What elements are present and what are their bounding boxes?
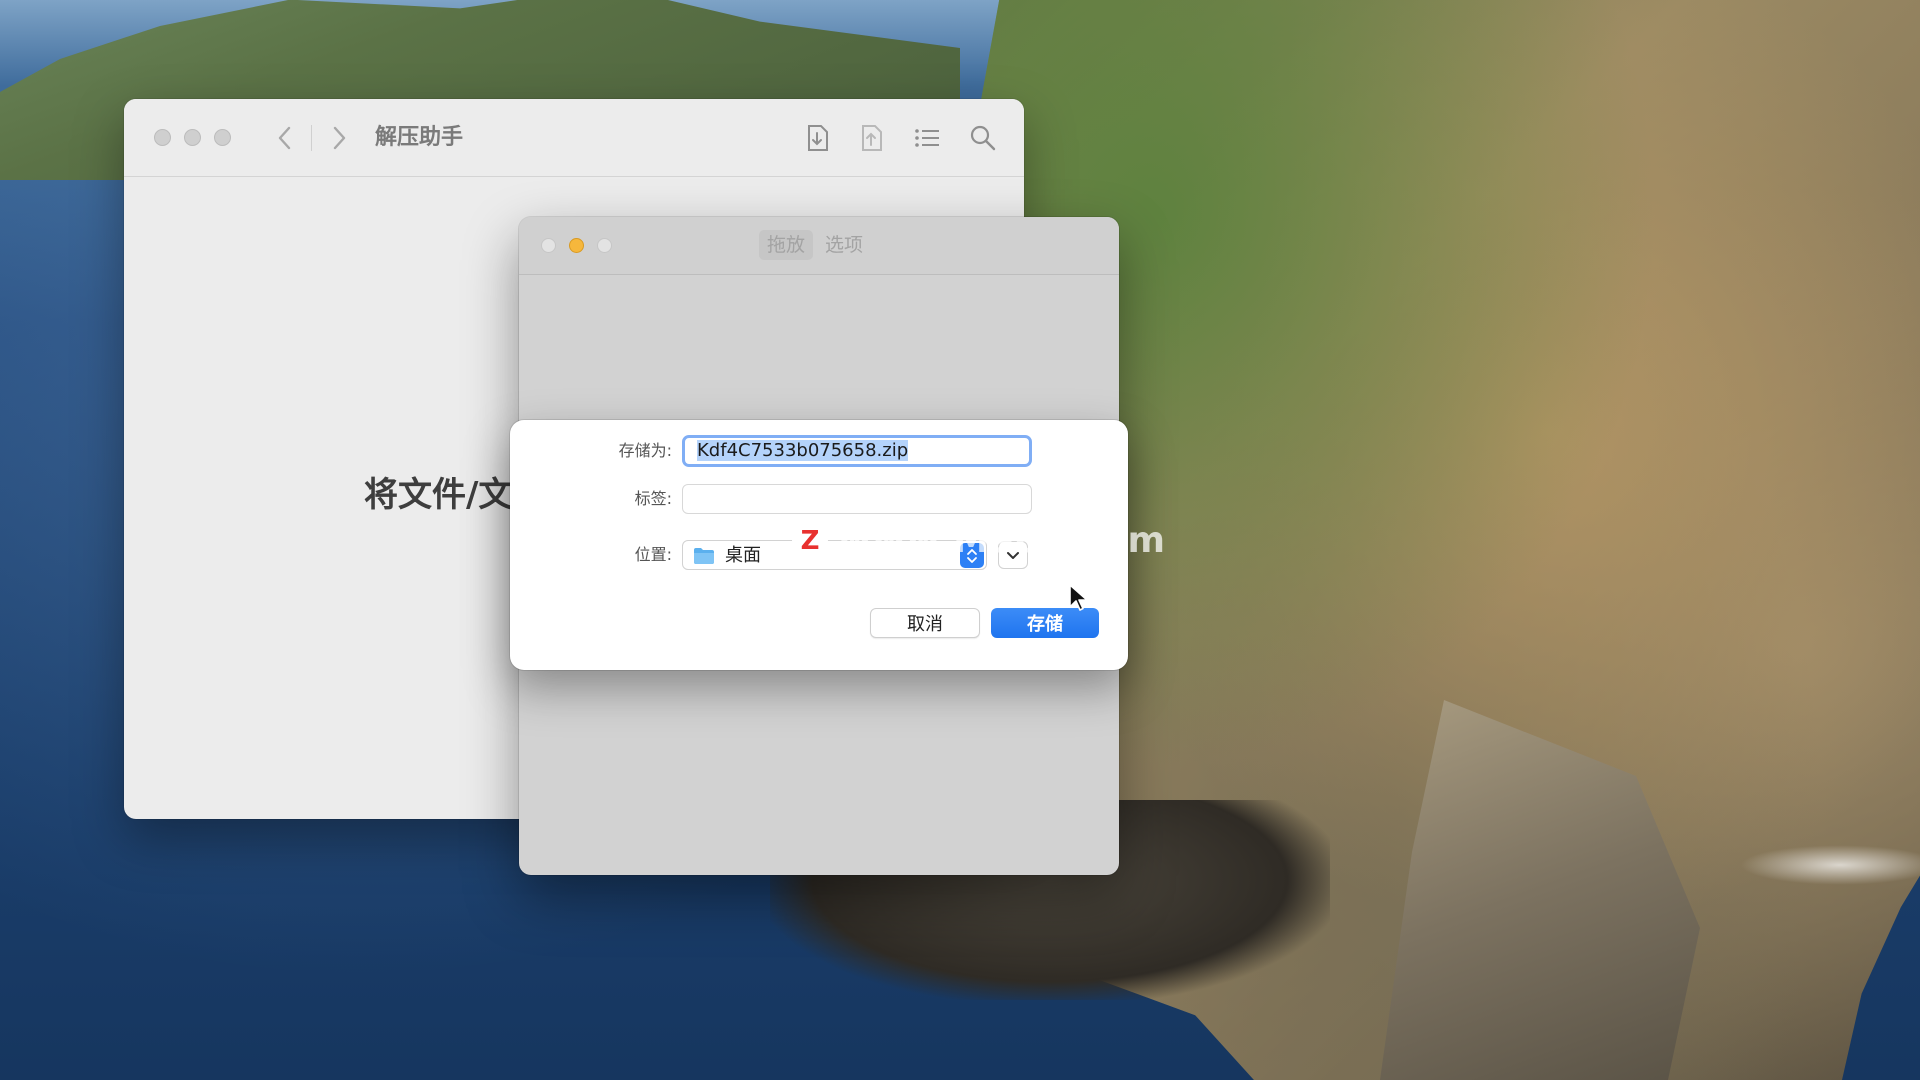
location-select[interactable]: 桌面 — [682, 540, 987, 570]
tags-label: 标签: — [634, 489, 672, 508]
minimize-button[interactable] — [569, 238, 584, 253]
save-as-label: 存储为: — [618, 441, 672, 460]
chevron-left-icon[interactable] — [274, 121, 296, 163]
zoom-button[interactable] — [597, 238, 612, 253]
chevron-down-icon — [1006, 546, 1020, 565]
zoom-button[interactable] — [214, 129, 231, 146]
location-label: 位置: — [634, 545, 672, 564]
close-button[interactable] — [541, 238, 556, 253]
search-icon[interactable] — [966, 121, 1000, 155]
preferences-tabs: 拖放 选项 — [759, 230, 871, 260]
save-dialog: 存储为: Kdf4C7533b075658.zip 标签: 位置: 桌面 取消 … — [510, 420, 1128, 670]
app-titlebar: 解压助手 — [124, 99, 1024, 177]
nav-divider — [311, 125, 312, 151]
wallpaper-surf — [1740, 845, 1920, 885]
folder-icon — [693, 547, 715, 565]
save-as-input[interactable]: Kdf4C7533b075658.zip — [682, 435, 1032, 467]
close-button[interactable] — [154, 129, 171, 146]
tab-drag-drop[interactable]: 拖放 — [759, 230, 814, 260]
upload-file-icon[interactable] — [854, 121, 888, 155]
save-as-value: Kdf4C7533b075658.zip — [697, 440, 909, 461]
cancel-button[interactable]: 取消 — [870, 608, 980, 638]
stepper-icon[interactable] — [960, 543, 984, 568]
tab-options[interactable]: 选项 — [817, 230, 871, 260]
save-button[interactable]: 存储 — [991, 608, 1099, 638]
tags-input[interactable] — [682, 484, 1032, 514]
chevron-right-icon[interactable] — [328, 121, 350, 163]
drop-hint-text: 将文件/文 — [364, 475, 513, 515]
expand-dialog-button[interactable] — [998, 541, 1028, 569]
window-title: 解压助手 — [375, 125, 464, 150]
minimize-button[interactable] — [184, 129, 201, 146]
download-file-icon[interactable] — [800, 121, 834, 155]
preferences-titlebar: 拖放 选项 — [519, 217, 1119, 275]
list-icon[interactable] — [910, 121, 944, 155]
location-value: 桌面 — [725, 545, 761, 566]
